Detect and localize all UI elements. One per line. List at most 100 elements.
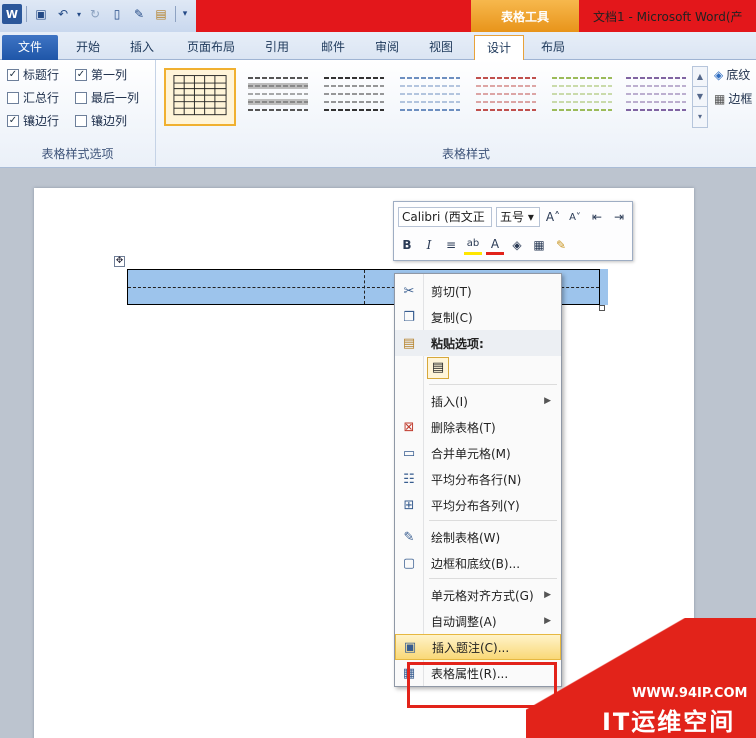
menu-item-merge-cells[interactable]: ▭ 合并单元格(M) xyxy=(395,440,561,466)
tab-mailings[interactable]: 邮件 xyxy=(308,35,358,60)
shading-icon[interactable]: ◈ xyxy=(508,235,526,255)
table-move-handle-icon[interactable]: ✥ xyxy=(114,256,125,267)
submenu-arrow-icon: ▶ xyxy=(544,396,551,406)
document-title: 文档1 - Microsoft Word(产 xyxy=(579,0,756,32)
menu-separator xyxy=(429,520,557,521)
menu-paste-options-header: ▤ 粘贴选项: xyxy=(395,330,561,356)
paste-keep-formatting-icon[interactable]: ▤ xyxy=(427,357,449,379)
shading-button[interactable]: ◈ 底纹 xyxy=(714,66,750,83)
quick-access-toolbar: W ▣ ↶ ▾ ↻ ▯ ✎ ▤ ▾ xyxy=(2,4,190,24)
gallery-scroll[interactable]: ▲ ▼ ▾ xyxy=(692,66,708,128)
borders-shading-icon: ▢ xyxy=(402,555,416,571)
distribute-columns-icon: ⊞ xyxy=(403,497,415,513)
table-style-grid[interactable] xyxy=(164,68,236,126)
clipboard-icon: ▤ xyxy=(402,335,416,351)
table-style-accent-4[interactable] xyxy=(546,68,618,126)
font-family-field[interactable]: Calibri (西文正 xyxy=(398,207,492,227)
borders-button[interactable]: ▦ 边框 xyxy=(714,90,752,107)
menu-item-cell-alignment[interactable]: 单元格对齐方式(G) ▶ xyxy=(395,582,561,608)
checkbox-unchecked[interactable] xyxy=(7,91,19,104)
save-icon[interactable]: ▣ xyxy=(31,4,51,24)
tab-file[interactable]: 文件 xyxy=(2,35,58,60)
menu-item-distribute-rows[interactable]: ☷ 平均分布各行(N) xyxy=(395,466,561,492)
borders-icon: ▦ xyxy=(714,91,726,106)
menu-item-borders-shading[interactable]: ▢ 边框和底纹(B)... xyxy=(395,550,561,576)
separator xyxy=(175,6,176,22)
checkbox-checked[interactable]: ✓ xyxy=(75,68,87,81)
checkbox-unchecked[interactable] xyxy=(75,114,87,127)
decrease-indent-icon[interactable]: ⇤ xyxy=(588,207,606,227)
checkbox-unchecked[interactable] xyxy=(75,91,87,104)
table-resize-handle[interactable] xyxy=(599,305,605,311)
menu-item-copy[interactable]: ❐ 复制(C) xyxy=(395,304,561,330)
font-color-icon[interactable]: A xyxy=(486,235,504,255)
merge-cells-icon: ▭ xyxy=(402,445,416,461)
gallery-up-icon[interactable]: ▲ xyxy=(693,67,707,87)
ribbon-tabs: 文件 开始 插入 页面布局 引用 邮件 审阅 视图 设计 布局 xyxy=(0,32,756,60)
tab-review[interactable]: 审阅 xyxy=(362,35,412,60)
option-first-column[interactable]: ✓ 第一列 xyxy=(75,66,127,83)
separator xyxy=(26,6,27,22)
font-size-field[interactable]: 五号 ▾ xyxy=(496,207,540,227)
copy-icon: ❐ xyxy=(403,309,415,325)
bold-icon[interactable]: B xyxy=(398,235,416,255)
tab-page-layout[interactable]: 页面布局 xyxy=(176,35,246,60)
watermark-name: IT运维空间 xyxy=(602,708,736,736)
undo-icon[interactable]: ↶ xyxy=(53,4,73,24)
shrink-font-icon[interactable]: A˅ xyxy=(566,207,584,227)
draw-table-icon: ✎ xyxy=(403,529,415,545)
option-total-row[interactable]: 汇总行 xyxy=(7,89,59,106)
delete-table-icon: ⊠ xyxy=(403,419,415,435)
option-last-column[interactable]: 最后一列 xyxy=(75,89,139,106)
customize-qat-icon[interactable]: ▾ xyxy=(180,4,190,24)
watermark-url: WWW.94IP.COM xyxy=(632,686,748,701)
checkbox-checked[interactable]: ✓ xyxy=(7,68,19,81)
table-style-options-group: ✓ 标题行 ✓ 第一列 汇总行 最后一列 ✓ 镶边行 镶边列 表格样式选项 xyxy=(0,60,156,166)
scissors-icon: ✂ xyxy=(403,283,415,299)
table-style-light-shading[interactable] xyxy=(242,68,314,126)
tab-insert[interactable]: 插入 xyxy=(116,35,168,60)
table-style-accent-1[interactable] xyxy=(318,68,390,126)
tab-references[interactable]: 引用 xyxy=(252,35,302,60)
center-align-icon[interactable]: ≡ xyxy=(442,235,460,255)
picture-icon[interactable]: ▤ xyxy=(151,4,171,24)
table-styles-gallery xyxy=(162,66,692,128)
mini-toolbar: Calibri (西文正 五号 ▾ A˄ A˅ ⇤ ⇥ B I ≡ ab A ◈… xyxy=(393,201,633,261)
italic-icon[interactable]: I xyxy=(420,235,438,255)
format-painter-icon[interactable]: ✎ xyxy=(129,4,149,24)
word-app-icon[interactable]: W xyxy=(2,4,22,24)
gallery-down-icon[interactable]: ▼ xyxy=(693,87,707,107)
option-header-row[interactable]: ✓ 标题行 xyxy=(7,66,59,83)
title-bar: W ▣ ↶ ▾ ↻ ▯ ✎ ▤ ▾ 表格工具 文档1 - Microsoft W… xyxy=(0,0,756,32)
tab-design[interactable]: 设计 xyxy=(474,35,524,60)
redo-icon[interactable]: ↻ xyxy=(85,4,105,24)
menu-separator xyxy=(429,578,557,579)
grow-font-icon[interactable]: A˄ xyxy=(544,207,562,227)
tab-view[interactable]: 视图 xyxy=(416,35,466,60)
table-style-accent-5[interactable] xyxy=(620,68,692,126)
table-style-accent-3[interactable] xyxy=(470,68,542,126)
menu-item-delete-table[interactable]: ⊠ 删除表格(T) xyxy=(395,414,561,440)
new-document-icon[interactable]: ▯ xyxy=(107,4,127,24)
checkbox-checked[interactable]: ✓ xyxy=(7,114,19,127)
borders-icon[interactable]: ▦ xyxy=(530,235,548,255)
highlight-icon[interactable]: ab xyxy=(464,235,482,255)
table-column-divider xyxy=(364,270,365,304)
menu-separator xyxy=(429,384,557,385)
tab-home[interactable]: 开始 xyxy=(62,35,114,60)
tab-layout[interactable]: 布局 xyxy=(528,35,578,60)
menu-item-draw-table[interactable]: ✎ 绘制表格(W) xyxy=(395,524,561,550)
ribbon: ✓ 标题行 ✓ 第一列 汇总行 最后一列 ✓ 镶边行 镶边列 表格样式选项 表格样式 … xyxy=(0,60,756,168)
menu-item-insert[interactable]: 插入(I) ▶ xyxy=(395,388,561,414)
gallery-more-icon[interactable]: ▾ xyxy=(693,107,707,127)
table-style-accent-2[interactable] xyxy=(394,68,466,126)
option-banded-columns[interactable]: 镶边列 xyxy=(75,112,127,129)
menu-item-distribute-columns[interactable]: ⊞ 平均分布各列(Y) xyxy=(395,492,561,518)
option-banded-rows[interactable]: ✓ 镶边行 xyxy=(7,112,59,129)
increase-indent-icon[interactable]: ⇥ xyxy=(610,207,628,227)
title-bar-fill xyxy=(196,0,471,32)
undo-dropdown-icon[interactable]: ▾ xyxy=(75,4,83,24)
menu-item-cut[interactable]: ✂ 剪切(T) xyxy=(395,278,561,304)
distribute-rows-icon: ☷ xyxy=(403,471,415,487)
format-painter-icon[interactable]: ✎ xyxy=(552,235,570,255)
